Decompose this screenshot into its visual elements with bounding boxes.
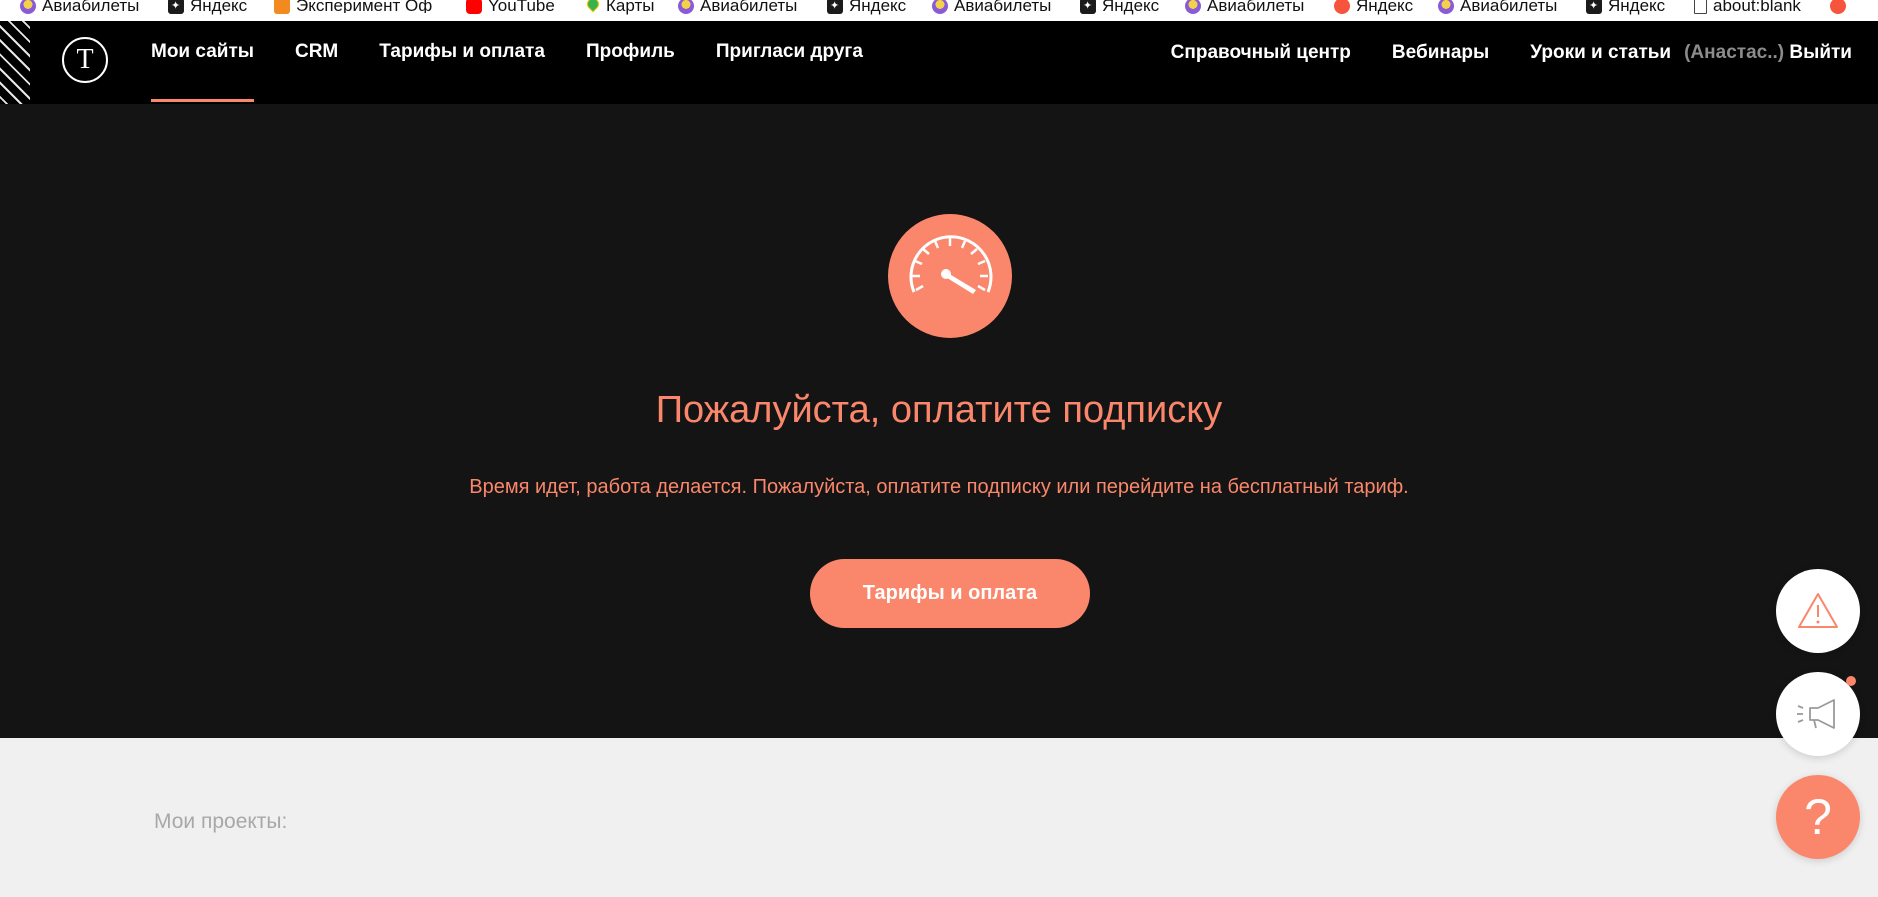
notification-dot (1846, 676, 1856, 686)
yandex-icon (1080, 0, 1096, 14)
avia-icon (1185, 0, 1201, 14)
user-name: (Анастас..) (1684, 42, 1785, 63)
bookmark-item[interactable]: Авиабилеты (1185, 0, 1304, 14)
youtube-icon (466, 0, 482, 14)
bookmarks-bar: Авиабилеты Яндекс Эксперимент Оф YouTube… (0, 0, 1878, 21)
subscription-banner: Пожалуйста, оплатите подписку Время идет… (0, 104, 1878, 738)
bookmark-item[interactable]: Яндекс (1586, 0, 1665, 14)
nav-left: Мои сайты CRM Тарифы и оплата Профиль Пр… (151, 21, 863, 104)
yandex-icon (1586, 0, 1602, 14)
bookmark-item[interactable]: Яндекс (168, 0, 247, 14)
megaphone-icon (1797, 699, 1835, 729)
avia-icon (678, 0, 694, 14)
nav-tariffs[interactable]: Тарифы и оплата (379, 21, 545, 104)
nav-my-sites[interactable]: Мои сайты (151, 21, 254, 104)
nav-webinars[interactable]: Вебинары (1392, 21, 1489, 104)
bookmark-item[interactable]: Яндекс (827, 0, 906, 14)
logout-link[interactable]: Выйти (1789, 42, 1852, 63)
nav-right: Справочный центр Вебинары Уроки и статьи… (1171, 21, 1852, 104)
user-logout[interactable]: (Анастас..) Выйти (1684, 21, 1852, 104)
yandex-icon (168, 0, 184, 14)
avia-icon (932, 0, 948, 14)
bookmark-item[interactable]: Яндекс (1334, 0, 1413, 14)
hero-subtitle: Время идет, работа делается. Пожалуйста,… (469, 476, 1409, 498)
help-button[interactable]: ? (1776, 775, 1860, 859)
speedometer-icon (888, 214, 1012, 338)
warning-icon (1798, 593, 1838, 628)
bookmark-item[interactable]: Авиабилеты (1438, 0, 1557, 14)
bookmark-item[interactable]: Эксперимент Оф (274, 0, 441, 14)
experiment-icon (274, 0, 290, 14)
tilda-logo[interactable]: T (62, 37, 108, 83)
blank-page-icon (1694, 0, 1707, 14)
projects-label: Мои проекты: (154, 810, 288, 833)
report-problem-button[interactable] (1776, 569, 1860, 653)
maps-icon (584, 0, 600, 14)
top-nav: T Мои сайты CRM Тарифы и оплата Профиль … (0, 21, 1878, 104)
question-icon: ? (1804, 789, 1832, 845)
bookmark-item[interactable]: Авиабилеты (678, 0, 797, 14)
nav-profile[interactable]: Профиль (586, 21, 675, 104)
yandex-red-icon (1830, 0, 1846, 14)
tariffs-button[interactable]: Тарифы и оплата (810, 559, 1090, 628)
bookmark-item[interactable]: YouTube (466, 0, 555, 14)
bookmark-item[interactable]: Авиабилеты (20, 0, 139, 14)
nav-crm[interactable]: CRM (295, 21, 338, 104)
avia-icon (1438, 0, 1454, 14)
news-button[interactable] (1776, 672, 1860, 756)
yandex-icon (827, 0, 843, 14)
bookmark-item[interactable] (1830, 0, 1846, 14)
bookmark-item[interactable]: Карты (584, 0, 654, 14)
zigzag-decoration (0, 21, 30, 104)
avia-icon (20, 0, 36, 14)
bookmark-item[interactable]: about:blank (1694, 0, 1801, 14)
nav-help-center[interactable]: Справочный центр (1171, 21, 1351, 104)
bookmark-item[interactable]: Яндекс (1080, 0, 1159, 14)
nav-lessons[interactable]: Уроки и статьи (1530, 21, 1671, 104)
yandex-red-icon (1334, 0, 1350, 14)
nav-invite-friend[interactable]: Пригласи друга (716, 21, 863, 104)
bookmark-item[interactable]: Авиабилеты (932, 0, 1051, 14)
page-title: Пожалуйста, оплатите подписку (655, 389, 1223, 431)
